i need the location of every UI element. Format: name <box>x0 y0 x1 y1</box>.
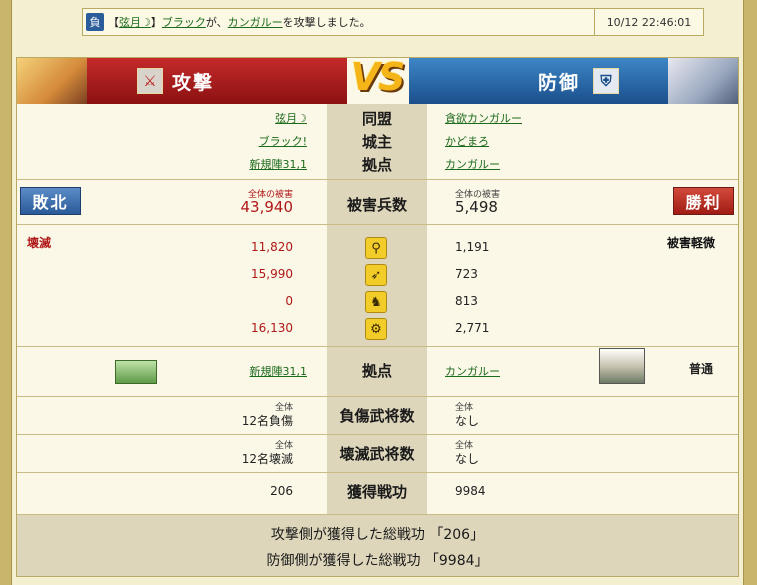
defender-portrait <box>668 58 738 104</box>
attacker-portrait <box>17 58 87 104</box>
log-message: 【弦月☽】ブラックが、カンガルーを攻撃しました。 <box>108 14 594 30</box>
log-target-link[interactable]: カンガルー <box>228 16 283 29</box>
lord-label: 城主 <box>361 133 392 151</box>
battle-report-panel: ⚔ 攻撃 防御 ⛨ VS 弦月☽ 同盟 貪欲カンガルー ブラック! 城主 かどま… <box>16 55 739 577</box>
left-frame <box>0 0 12 585</box>
defender-lord-link[interactable]: かどまろ <box>445 133 489 149</box>
destroyed-generals-label: 壊滅武将数 <box>339 445 415 463</box>
log-attacker-link[interactable]: ブラック <box>162 16 206 29</box>
vs-emblem: VS <box>317 48 437 106</box>
defeat-badge: 敗北 <box>20 187 81 215</box>
divider <box>17 346 738 347</box>
divider <box>17 472 738 473</box>
attacker-siege-loss: 16,130 <box>251 321 293 335</box>
vs-text: VS <box>350 55 406 99</box>
attacker-injured: 12名負傷 <box>241 414 293 428</box>
battle-header: ⚔ 攻撃 防御 ⛨ VS <box>17 55 738 104</box>
log-timestamp: 10/12 22:46:01 <box>606 15 692 29</box>
camp-image <box>115 360 157 384</box>
injured-generals-label: 負傷武将数 <box>339 407 415 425</box>
divider <box>17 179 738 180</box>
divider <box>17 396 738 397</box>
log-bracket-close: 】 <box>150 16 162 29</box>
base-label: 拠点 <box>361 156 392 174</box>
battle-log-entry: 負 【弦月☽】ブラックが、カンガルーを攻撃しました。 10/12 22:46:0… <box>82 8 704 36</box>
attacker-status: 壊滅 <box>27 236 52 250</box>
defender-base-link-2[interactable]: カンガルー <box>445 363 500 379</box>
attacker-lord-link[interactable]: ブラック! <box>217 133 307 149</box>
log-particle: が、 <box>205 16 228 29</box>
defender-destroyed: なし <box>455 452 480 466</box>
alliance-label: 同盟 <box>361 110 392 128</box>
cavalry-icon: ♞ <box>365 291 387 313</box>
base-label-2: 拠点 <box>361 362 392 380</box>
attacker-destroyed: 12名壊滅 <box>241 452 293 466</box>
defender-archer-loss: 723 <box>455 267 478 281</box>
defender-status: 被害軽微 <box>667 236 716 250</box>
attacker-cavalry-loss: 0 <box>285 294 293 308</box>
defender-base-link[interactable]: カンガルー <box>445 156 500 172</box>
divider <box>17 224 738 225</box>
defender-cavalry-loss: 813 <box>455 294 478 308</box>
defender-base-status: 普通 <box>689 362 714 376</box>
merit-summary: 攻撃側が獲得した総戦功 「206」 防御側が獲得した総戦功 「9984」 <box>17 514 738 576</box>
defender-spearman-loss: 1,191 <box>455 240 490 254</box>
crossed-swords-icon: ⚔ <box>137 68 163 94</box>
damage-label: 被害兵数 <box>346 196 407 214</box>
merit-label: 獲得戦功 <box>346 483 407 501</box>
attacker-base-link[interactable]: 新規陣31,1 <box>217 156 308 172</box>
log-bracket-open: 【 <box>108 16 119 29</box>
attacker-total-damage: 43,940 <box>240 198 294 216</box>
castle-image <box>599 348 645 384</box>
archer-icon: ➶ <box>365 264 387 286</box>
defender-injured: なし <box>455 414 480 428</box>
spearman-icon: ⚲ <box>365 237 387 259</box>
defender-alliance-link[interactable]: 貪欲カンガルー <box>445 110 522 126</box>
defender-merit: 9984 <box>455 484 486 498</box>
log-alliance-link[interactable]: 弦月☽ <box>119 16 151 29</box>
attacker-alliance-link[interactable]: 弦月☽ <box>217 110 307 126</box>
attacker-archer-loss: 15,990 <box>251 267 293 281</box>
log-text: を攻撃しました。 <box>282 16 371 29</box>
helmet-icon: ⛨ <box>593 68 619 94</box>
attacker-spearman-loss: 11,820 <box>251 240 293 254</box>
attacker-base-link-2[interactable]: 新規陣31,1 <box>217 363 308 379</box>
attack-title: 攻撃 <box>172 72 215 94</box>
defense-title: 防御 <box>538 72 581 94</box>
divider <box>17 434 738 435</box>
victory-badge: 勝利 <box>673 187 734 215</box>
result-badge: 負 <box>86 13 104 31</box>
defender-merit-summary: 防御側が獲得した総戦功 「9984」 <box>266 553 489 569</box>
attacker-merit-summary: 攻撃側が獲得した総戦功 「206」 <box>270 527 485 543</box>
attacker-merit: 206 <box>270 484 293 498</box>
right-frame <box>743 0 757 585</box>
defender-total-damage: 5,498 <box>455 198 498 216</box>
siege-icon: ⚙ <box>365 318 387 340</box>
defender-siege-loss: 2,771 <box>455 321 490 335</box>
